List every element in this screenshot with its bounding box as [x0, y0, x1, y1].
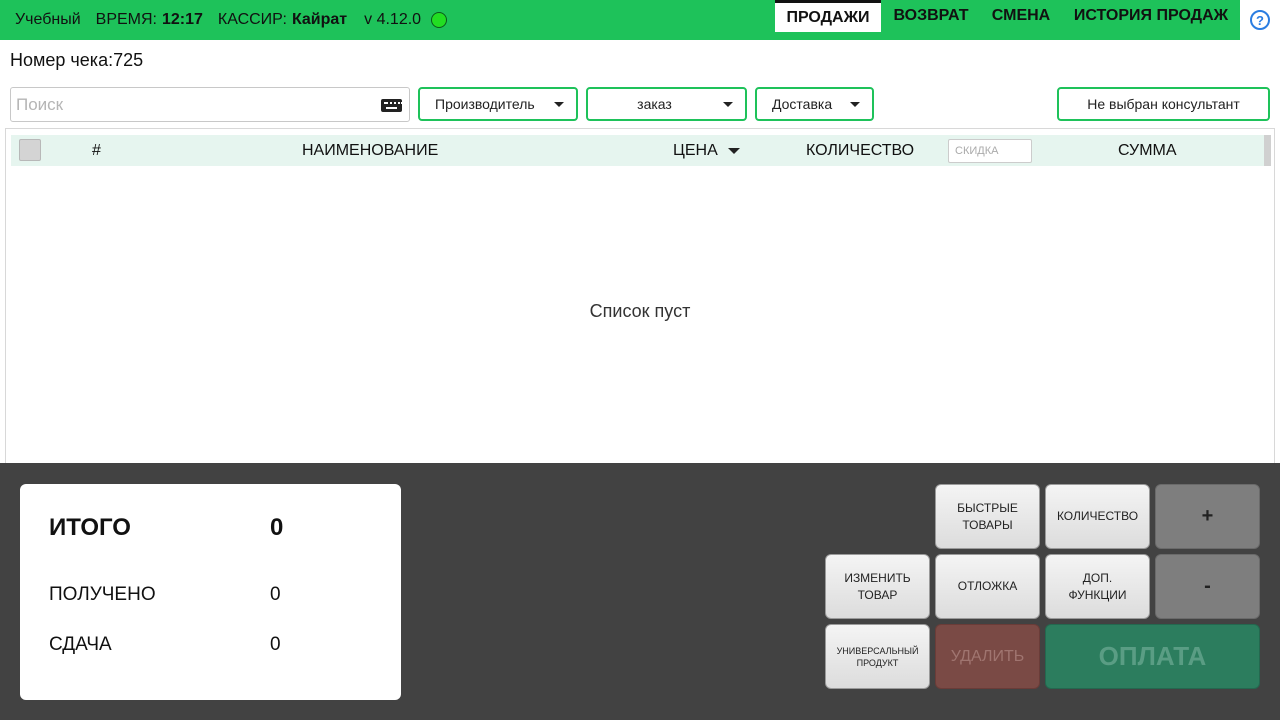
cashier-label: КАССИР: [217, 11, 287, 28]
keyboard-icon[interactable] [381, 99, 403, 112]
consultant-label: Не выбран консультант [1087, 96, 1240, 112]
cashier-name: Кайрат [291, 11, 348, 28]
quick-goods-line2: ТОВАРЫ [962, 517, 1013, 532]
quantity-button[interactable]: КОЛИЧЕСТВО [1045, 484, 1150, 549]
column-quantity: КОЛИЧЕСТВО [806, 141, 915, 159]
total-label: ИТОГО [49, 514, 131, 541]
postpone-button[interactable]: ОТЛОЖКА [935, 554, 1040, 619]
receipt-number: Номер чека:725 [10, 50, 144, 70]
total-value: 0 [270, 514, 284, 541]
edit-item-line2: ТОВАР [857, 587, 898, 602]
search-input[interactable] [16, 91, 376, 119]
mode-label: Учебный [15, 11, 81, 28]
minus-button[interactable]: - [1155, 554, 1260, 619]
column-sum: СУММА [1118, 141, 1177, 159]
tab-sales-history[interactable]: ИСТОРИЯ ПРОДАЖ [1066, 0, 1236, 32]
select-all-checkbox[interactable] [19, 139, 41, 161]
items-table: # НАИМЕНОВАНИЕ ЦЕНА КОЛИЧЕСТВО СУММА Спи… [5, 128, 1275, 464]
column-number: # [92, 141, 101, 159]
version-label: v 4.12.0 [364, 11, 422, 28]
totals-panel: ИТОГО 0 ПОЛУЧЕНО 0 СДАЧА 0 [20, 484, 401, 700]
received-label: ПОЛУЧЕНО [49, 584, 156, 605]
manufacturer-dropdown-label: Производитель [435, 96, 535, 112]
delivery-dropdown-label: Доставка [772, 96, 833, 112]
chevron-down-icon [723, 102, 733, 107]
tab-sales[interactable]: ПРОДАЖИ [775, 0, 881, 32]
extra-functions-line2: ФУНКЦИИ [1068, 587, 1127, 602]
universal-product-line2: ПРОДУКТ [856, 657, 899, 668]
chevron-down-icon [850, 102, 860, 107]
extra-functions-button[interactable]: ДОП. ФУНКЦИИ [1045, 554, 1150, 619]
tab-shift[interactable]: СМЕНА [984, 0, 1058, 32]
universal-product-line1: УНИВЕРСАЛЬНЫЙ [836, 645, 919, 656]
change-value: 0 [270, 634, 281, 655]
delete-button[interactable]: УДАЛИТЬ [935, 624, 1040, 689]
time-label: ВРЕМЯ: [95, 11, 157, 28]
extra-functions-line1: ДОП. [1082, 570, 1113, 585]
status-info: Учебный ВРЕМЯ: 12:17 КАССИР: Кайрат v 4.… [15, 0, 448, 40]
universal-product-button[interactable]: УНИВЕРСАЛЬНЫЙ ПРОДУКТ [825, 624, 930, 689]
time-value: 12:17 [162, 11, 203, 28]
discount-input[interactable] [949, 140, 1031, 162]
table-scrollbar[interactable] [1264, 135, 1271, 166]
edit-item-line1: ИЗМЕНИТЬ [844, 570, 911, 585]
order-dropdown-label: заказ [637, 96, 672, 112]
plus-button[interactable]: + [1155, 484, 1260, 549]
column-price[interactable]: ЦЕНА [673, 135, 740, 166]
change-label: СДАЧА [49, 634, 112, 655]
tab-return[interactable]: ВОЗВРАТ [884, 0, 978, 32]
consultant-select[interactable]: Не выбран консультант [1057, 87, 1270, 121]
edit-item-button[interactable]: ИЗМЕНИТЬ ТОВАР [825, 554, 930, 619]
help-icon: ? [1250, 10, 1270, 30]
quick-goods-button[interactable]: БЫСТРЫЕ ТОВАРЫ [935, 484, 1040, 549]
manufacturer-dropdown[interactable]: Производитель [418, 87, 578, 121]
column-name: НАИМЕНОВАНИЕ [302, 141, 439, 159]
pay-button[interactable]: ОПЛАТА [1045, 624, 1260, 689]
empty-list-message: Список пуст [589, 301, 691, 321]
search-box[interactable] [10, 87, 410, 122]
delivery-dropdown[interactable]: Доставка [755, 87, 874, 121]
discount-field[interactable] [948, 139, 1032, 163]
help-button[interactable]: ? [1240, 0, 1280, 40]
sort-down-icon [727, 147, 740, 154]
table-header: # НАИМЕНОВАНИЕ ЦЕНА КОЛИЧЕСТВО СУММА [11, 135, 1264, 166]
chevron-down-icon [554, 102, 564, 107]
quick-goods-line1: БЫСТРЫЕ [957, 500, 1018, 515]
received-value: 0 [270, 584, 281, 605]
column-price-label: ЦЕНА [673, 141, 718, 159]
connection-status-icon [431, 12, 448, 28]
top-bar: Учебный ВРЕМЯ: 12:17 КАССИР: Кайрат v 4.… [0, 0, 1280, 40]
order-dropdown[interactable]: заказ [586, 87, 747, 121]
